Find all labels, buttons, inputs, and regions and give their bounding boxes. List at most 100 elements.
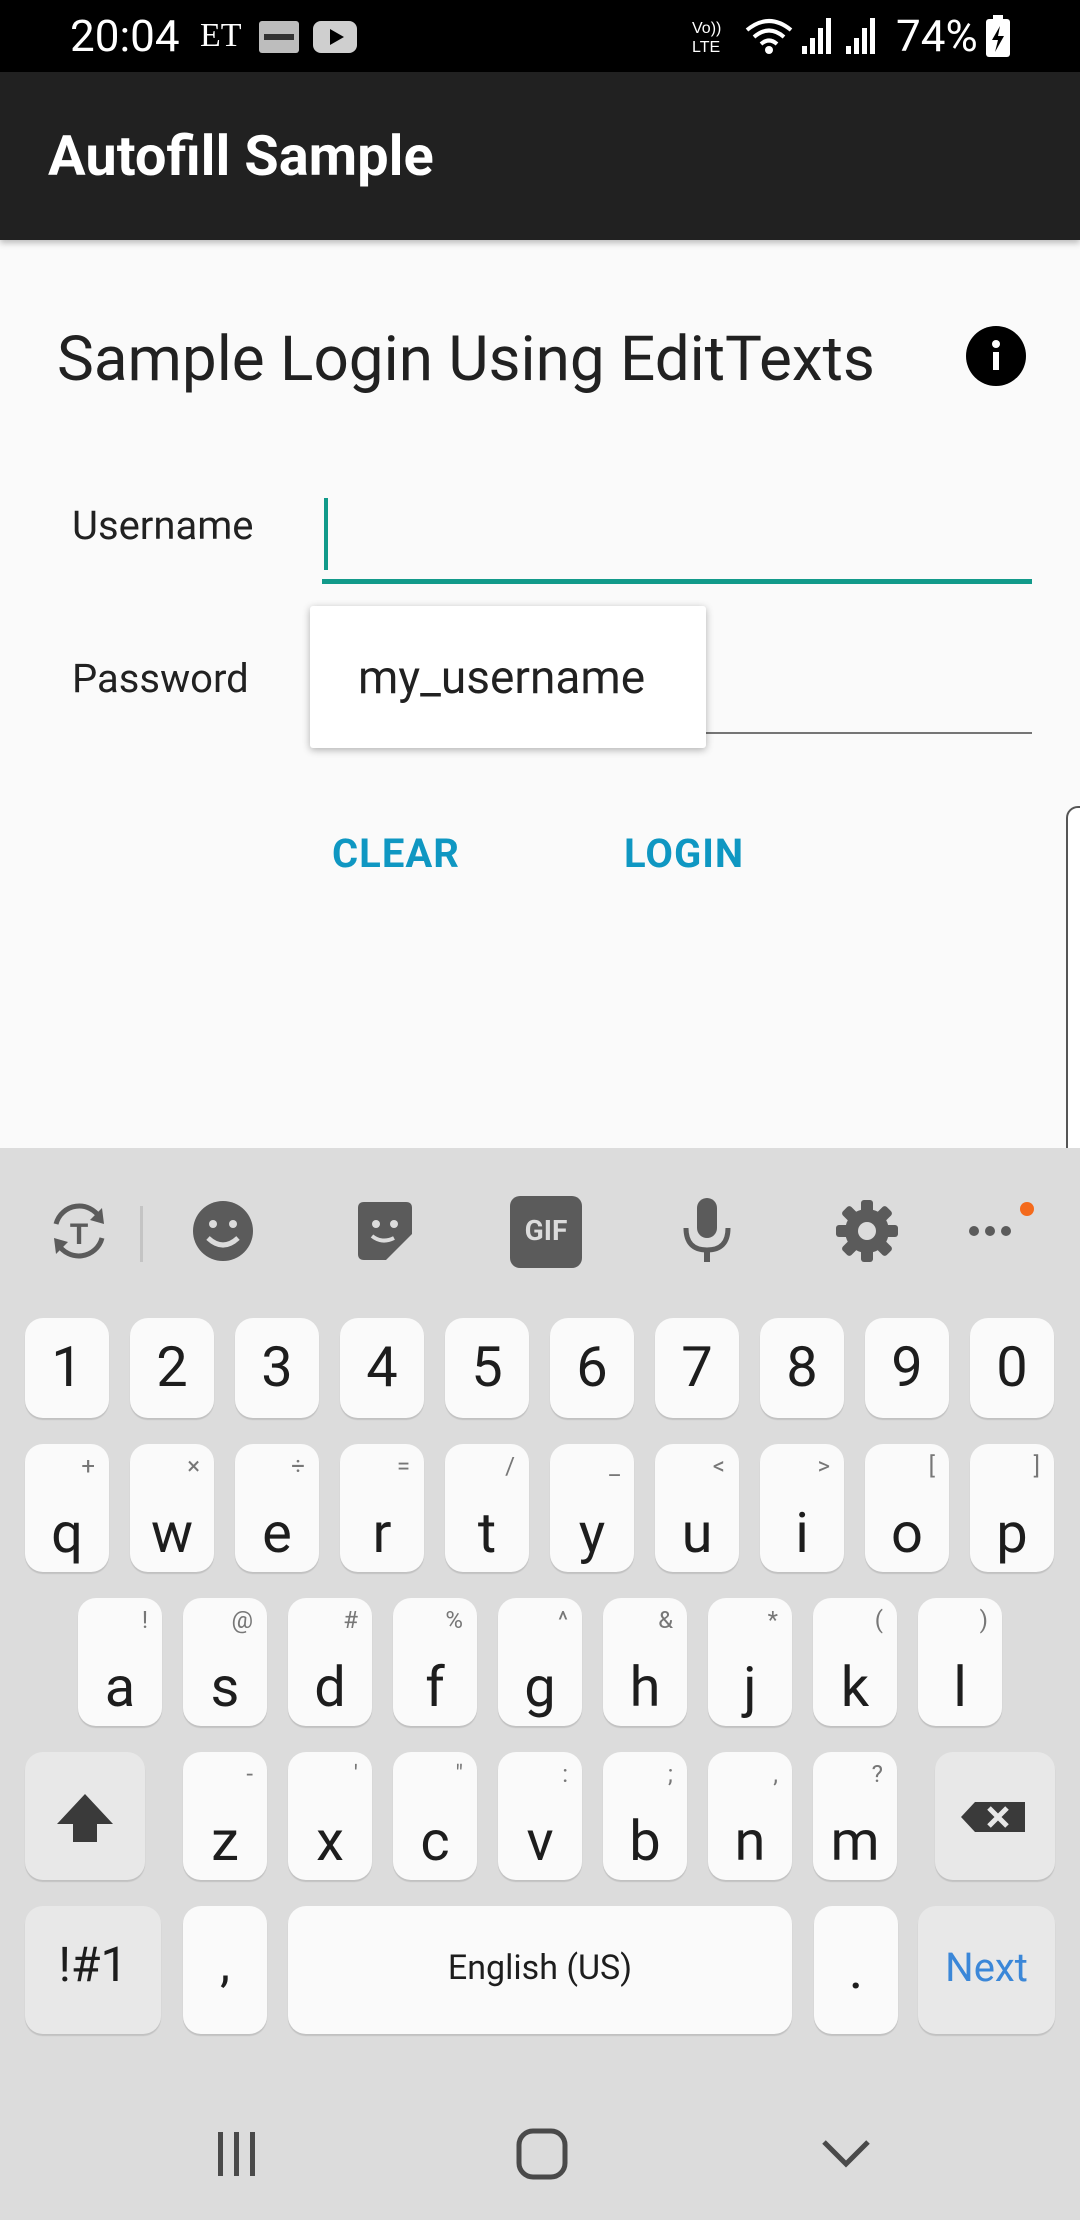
key-x-label: x [316,1808,344,1874]
key-h[interactable]: h & [603,1598,687,1726]
next-key-label: Next [945,1944,1028,1991]
key-6[interactable]: 6 [550,1318,634,1418]
key-b[interactable]: b; [603,1752,687,1880]
key-m[interactable]: m? [813,1752,897,1880]
autofill-suggestion[interactable]: my_username [358,650,645,706]
svg-text:T: T [70,1218,88,1251]
key-x[interactable]: x ' [288,1752,372,1880]
settings-icon[interactable] [832,1196,902,1266]
navigation-bar [0,2082,1080,2220]
key-2-label: 2 [156,1334,188,1400]
key-7-label: 7 [681,1334,713,1400]
key-i[interactable]: i > [760,1444,844,1572]
key-7[interactable]: 7 [655,1318,739,1418]
key-3[interactable]: 3 [235,1318,319,1418]
key-n[interactable]: n, [708,1752,792,1880]
key-g[interactable]: g ^ [498,1598,582,1726]
keyboard: T GIF 1 2 3 4 5 6 7 8 9 0 q + w × e ÷ r = t / y _ u < i > o[p] a! s @… [0,1148,1080,2220]
key-0[interactable]: 0 [970,1318,1054,1418]
key-9[interactable]: 9 [865,1318,949,1418]
app-bar: Autofill Sample [0,72,1080,240]
key-k-secondary: ( [874,1606,883,1634]
key-y[interactable]: y _ [550,1444,634,1572]
key-p[interactable]: p] [970,1444,1054,1572]
key-z[interactable]: z- [183,1752,267,1880]
et-app-icon: ET [200,17,242,54]
key-j-secondary: * [767,1606,778,1634]
shift-key[interactable] [25,1752,145,1880]
translate-icon[interactable]: T [44,1196,114,1266]
key-u[interactable]: u < [655,1444,739,1572]
key-b-label: b [629,1808,661,1874]
status-bar: 20:04 ET Vo)) LTE 74% [0,0,1080,72]
page-heading: Sample Login Using EditTexts [57,323,875,396]
key-w-secondary: × [187,1452,200,1480]
period-key[interactable]: . [814,1906,898,2034]
key-q[interactable]: q + [25,1444,109,1572]
username-field[interactable] [322,498,1032,584]
key-v[interactable]: v: [498,1752,582,1880]
key-r-label: r [372,1500,392,1566]
key-i-secondary: > [817,1452,830,1480]
key-k[interactable]: k( [813,1598,897,1726]
key-e-label: e [262,1500,292,1566]
comma-key-label: , [220,1936,230,1994]
key-1[interactable]: 1 [25,1318,109,1418]
key-f-secondary: % [445,1606,463,1634]
key-f[interactable]: f% [393,1598,477,1726]
key-h-label: h [629,1654,661,1720]
signal-icon [846,18,875,54]
space-key[interactable]: English (US) [288,1906,792,2034]
key-a[interactable]: a! [78,1598,162,1726]
key-r[interactable]: r = [340,1444,424,1572]
key-8-label: 8 [786,1334,818,1400]
key-o[interactable]: o[ [865,1444,949,1572]
key-q-label: q [51,1500,83,1566]
period-key-label: . [848,1936,864,2002]
mic-icon[interactable] [672,1196,742,1266]
notification-dot [1020,1202,1034,1216]
key-s-secondary: @ [231,1606,253,1634]
key-y-label: y [578,1500,606,1566]
key-t-secondary: / [505,1452,515,1480]
comma-key[interactable]: , [183,1906,267,2034]
next-key[interactable]: Next [918,1906,1055,2034]
backspace-key[interactable] [935,1752,1055,1880]
key-5[interactable]: 5 [445,1318,529,1418]
key-r-secondary: = [396,1452,410,1480]
key-e[interactable]: e ÷ [235,1444,319,1572]
key-s[interactable]: s @ [183,1598,267,1726]
key-2[interactable]: 2 [130,1318,214,1418]
recents-icon[interactable] [212,2126,262,2182]
key-8[interactable]: 8 [760,1318,844,1418]
back-icon[interactable] [818,2126,874,2182]
info-button[interactable] [966,326,1026,386]
key-u-secondary: < [712,1452,725,1480]
username-label: Username [72,502,254,549]
login-button[interactable]: LOGIN [624,826,744,882]
key-w[interactable]: w × [130,1444,214,1572]
youtube-icon [313,21,357,53]
key-n-secondary: , [773,1760,778,1788]
gif-icon[interactable]: GIF [510,1196,582,1268]
emoji-icon[interactable] [188,1196,258,1266]
svg-text:LTE: LTE [692,39,720,56]
key-d[interactable]: d # [288,1598,372,1726]
key-c[interactable]: c " [393,1752,477,1880]
signal-icon [802,18,831,54]
password-label: Password [72,655,249,702]
battery-icon [986,15,1010,57]
key-g-secondary: ^ [557,1606,568,1634]
key-l[interactable]: l) [918,1598,1002,1726]
key-t[interactable]: t / [445,1444,529,1572]
battery-percent: 74% [896,10,978,62]
symbols-key[interactable]: !#1 [25,1906,161,2034]
key-4-label: 4 [366,1334,398,1400]
sticker-icon[interactable] [350,1196,420,1266]
home-icon[interactable] [514,2126,570,2182]
key-m-secondary: ? [871,1760,883,1788]
key-j[interactable]: j * [708,1598,792,1726]
key-4[interactable]: 4 [340,1318,424,1418]
key-c-secondary: " [455,1760,463,1788]
clear-button[interactable]: CLEAR [332,826,460,882]
